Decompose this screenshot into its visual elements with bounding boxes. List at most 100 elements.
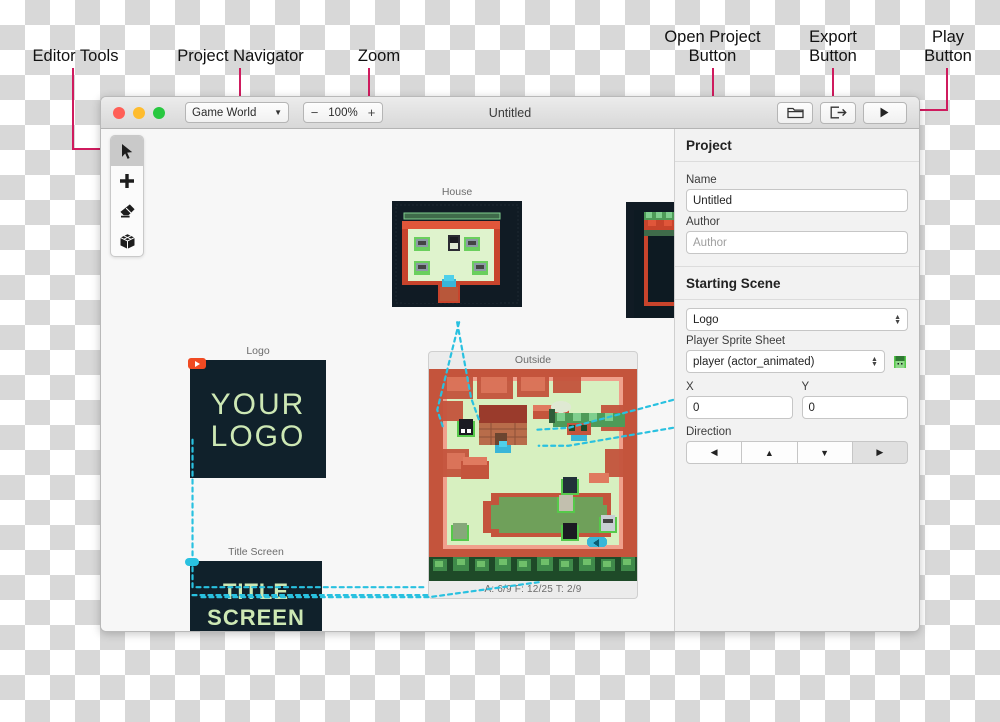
scene-outside[interactable]: Outside A: 6/9 F: 12/25 T: 2/9 <box>428 351 638 599</box>
callout-export: Export Button <box>809 28 857 65</box>
scene-thumbnail-logo: YOUR LOGO <box>190 360 326 478</box>
scene-label-logo: Logo <box>246 345 270 357</box>
close-window-button[interactable] <box>113 106 125 119</box>
scene-logo[interactable]: Logo YOUR LOGO <box>188 345 326 478</box>
zoom-control[interactable]: − 100% + <box>303 102 383 123</box>
play-button[interactable] <box>863 101 907 124</box>
arrow-right-icon: ▶ <box>876 447 884 457</box>
scene-label-title-screen: Title Screen <box>228 546 284 558</box>
scene-title-screen[interactable]: Title Screen TITLE SCREEN <box>185 546 322 631</box>
label-author: Author <box>686 216 720 228</box>
project-sidebar: Project Name Untitled Author Author Star… <box>674 129 919 631</box>
zoom-value: 100% <box>328 106 358 119</box>
traffic-lights <box>113 106 165 119</box>
scene-frame-outside[interactable]: Outside A: 6/9 F: 12/25 T: 2/9 <box>428 351 638 599</box>
scene-frame-logo[interactable]: YOUR LOGO <box>188 358 326 478</box>
zoom-out-button[interactable]: − <box>304 103 325 122</box>
play-icon <box>880 107 888 118</box>
callout-play: Play Button <box>924 28 972 65</box>
direction-left-button[interactable]: ◀ <box>686 441 743 464</box>
scene-thumbnail-outside <box>429 369 637 581</box>
starting-scene-value: Logo <box>693 313 719 326</box>
direction-up-button[interactable]: ▲ <box>742 441 798 464</box>
play-icon <box>194 360 200 367</box>
svg-text:LOGO: LOGO <box>211 420 306 453</box>
player-y-input[interactable]: 0 <box>801 396 908 419</box>
callout-project-navigator: Project Navigator <box>177 47 304 65</box>
scene-frame-clipped[interactable] <box>626 202 674 318</box>
editor-tools-palette <box>110 135 144 257</box>
label-y: Y <box>801 381 810 393</box>
minimize-window-button[interactable] <box>133 106 145 119</box>
callout-editor-tools: Editor Tools <box>32 47 119 65</box>
open-project-button[interactable] <box>777 101 813 124</box>
scene-frame-house[interactable] <box>392 201 522 307</box>
direction-right-button[interactable]: ▶ <box>852 441 908 464</box>
window-body: House Logo YOUR LOGO Outside A: 6/9 F: 1… <box>101 129 919 631</box>
callout-line-play <box>946 68 948 110</box>
tool-add[interactable] <box>111 166 143 196</box>
scene-clipped[interactable] <box>626 202 674 318</box>
sidebar-heading-project: Project <box>675 129 919 162</box>
project-author-input[interactable]: Author <box>686 231 908 254</box>
label-player-sprite-sheet: Player Sprite Sheet <box>686 335 786 347</box>
tool-block[interactable] <box>111 226 143 256</box>
scene-label-house: House <box>441 186 473 198</box>
player-sprite-select[interactable]: player (actor_animated) ▲ ▼ <box>686 350 885 373</box>
project-navigator-value: Game World <box>192 106 257 119</box>
maximize-window-button[interactable] <box>153 106 165 119</box>
direction-down-button[interactable]: ▼ <box>797 441 853 464</box>
export-button[interactable] <box>820 101 856 124</box>
svg-text:TITLE: TITLE <box>223 579 289 604</box>
project-navigator-dropdown[interactable]: Game World ▼ <box>185 102 289 123</box>
svg-text:SCREEN: SCREEN <box>207 605 305 630</box>
scene-thumbnail-house <box>392 201 522 307</box>
plus-icon <box>120 174 134 188</box>
arrow-down-icon: ▼ <box>820 447 830 458</box>
stepper-icon: ▲ ▼ <box>894 313 901 326</box>
player-sprite-row: player (actor_animated) ▲ ▼ <box>686 350 908 373</box>
scene-label-outside: Outside <box>514 354 552 366</box>
scene-house[interactable]: House <box>392 186 522 307</box>
stepper-icon: ▲ ▼ <box>871 355 878 368</box>
scene-thumbnail-title-screen: TITLE SCREEN <box>190 561 322 631</box>
callout-open-project: Open Project Button <box>664 28 761 65</box>
svg-text:YOUR: YOUR <box>211 388 306 421</box>
tool-erase[interactable] <box>111 196 143 226</box>
sidebar-section-starting-scene: Logo ▲ ▼ Player Sprite Sheet player (acto… <box>675 300 919 468</box>
player-x-group: X 0 <box>686 377 793 419</box>
titlebar-actions <box>777 101 907 124</box>
player-y-group: Y 0 <box>801 377 908 419</box>
direction-button-group: ◀ ▲ ▼ ▶ <box>686 441 908 464</box>
window-titlebar: Game World ▼ − 100% + Untitled <box>101 97 919 129</box>
folder-open-icon <box>786 107 804 119</box>
scene-frame-title-screen[interactable]: TITLE SCREEN <box>185 558 322 631</box>
cursor-arrow-icon <box>121 143 132 159</box>
label-x: X <box>686 381 694 393</box>
scene-canvas[interactable]: House Logo YOUR LOGO Outside A: 6/9 F: 1… <box>101 129 674 631</box>
eraser-icon <box>119 204 135 218</box>
sidebar-heading-starting-scene: Starting Scene <box>675 267 919 300</box>
cube-icon <box>119 233 135 249</box>
label-direction: Direction <box>686 426 732 438</box>
player-position-row: X 0 Y 0 <box>686 377 908 419</box>
player-x-input[interactable]: 0 <box>686 396 793 419</box>
export-icon <box>830 106 847 119</box>
chevron-down-icon: ▼ <box>274 108 282 117</box>
sidebar-section-project: Name Untitled Author Author <box>675 162 919 258</box>
app-window: Game World ▼ − 100% + Untitled House Log… <box>100 96 920 632</box>
zoom-in-button[interactable]: + <box>361 103 382 122</box>
start-scene-badge[interactable] <box>188 358 206 369</box>
player-sprite-value: player (actor_animated) <box>693 355 815 368</box>
scene-stats-outside: A: 6/9 F: 12/25 T: 2/9 <box>484 584 582 595</box>
project-name-input[interactable]: Untitled <box>686 189 908 212</box>
scene-thumbnail-clipped <box>626 202 674 318</box>
starting-scene-select[interactable]: Logo ▲ ▼ <box>686 308 908 331</box>
label-name: Name <box>686 174 717 186</box>
tool-select[interactable] <box>111 136 143 166</box>
player-sprite-icon <box>893 355 907 368</box>
scene-link-handle[interactable] <box>185 558 199 566</box>
callout-line-editor-tools <box>72 68 74 150</box>
arrow-up-icon: ▲ <box>764 447 774 458</box>
arrow-left-icon: ◀ <box>710 447 718 457</box>
